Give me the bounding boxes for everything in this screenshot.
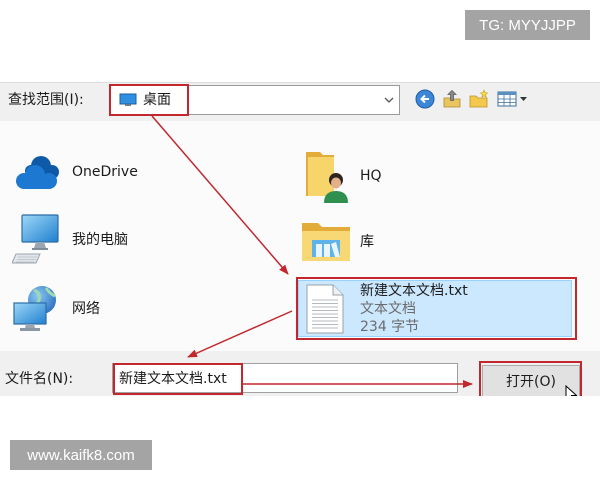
file-size-label: 234 字节 [360,319,420,335]
file-name-label: 新建文本文档.txt [360,283,468,299]
selected-file-item[interactable]: 新建文本文档.txt 文本文档 234 字节 [298,280,572,337]
look-in-combobox[interactable]: 桌面 [110,85,400,115]
chevron-down-icon[interactable] [383,95,395,105]
location-item-network[interactable]: 网络 [12,284,100,334]
mouse-cursor-icon [565,385,577,396]
look-in-value: 桌面 [143,92,171,108]
text-file-icon [306,284,344,334]
back-icon[interactable] [415,89,435,109]
open-file-dialog: 查找范围(I): 桌面 OneDrive 我的电脑 网络 HQ 库 新建文本文档… [0,82,600,396]
file-list: OneDrive 我的电脑 网络 HQ 库 新建文本文档.txt 文本文档 23… [0,121,600,351]
file-name-input[interactable] [112,363,458,393]
location-label: 库 [360,234,374,250]
location-item-onedrive[interactable]: OneDrive [12,153,138,191]
computer-icon [12,214,59,264]
file-name-bar: 文件名(N): 打开(O) [0,351,600,396]
location-item-library[interactable]: 库 [300,219,374,265]
screenshot: TG: MYYJJPP 查找范围(I): 桌面 OneDrive 我的电脑 网络… [0,0,600,480]
up-one-level-icon[interactable] [442,89,462,109]
file-type-label: 文本文档 [360,301,416,317]
file-name-field-label: 文件名(N): [5,371,74,387]
desktop-icon [119,93,137,106]
open-button-label: 打开(O) [506,374,556,390]
onedrive-cloud-icon [16,156,59,189]
location-label: 网络 [72,301,100,317]
view-menu-icon[interactable] [496,89,530,109]
user-folder-icon [306,152,348,203]
location-label: 我的电脑 [72,232,128,248]
location-item-hq[interactable]: HQ [300,149,382,203]
library-icon [302,223,350,261]
network-icon [13,286,56,331]
new-folder-icon[interactable] [469,89,489,109]
location-item-my-computer[interactable]: 我的电脑 [12,213,128,267]
look-in-label: 查找范围(I): [8,92,84,108]
location-label: OneDrive [72,164,138,180]
watermark-top-right: TG: MYYJJPP [465,10,590,40]
selected-file-details: 新建文本文档.txt 文本文档 234 字节 [360,282,468,336]
watermark-bottom-left: www.kaifk8.com [10,440,152,470]
look-in-bar: 查找范围(I): 桌面 [0,83,600,119]
location-label: HQ [360,168,382,184]
